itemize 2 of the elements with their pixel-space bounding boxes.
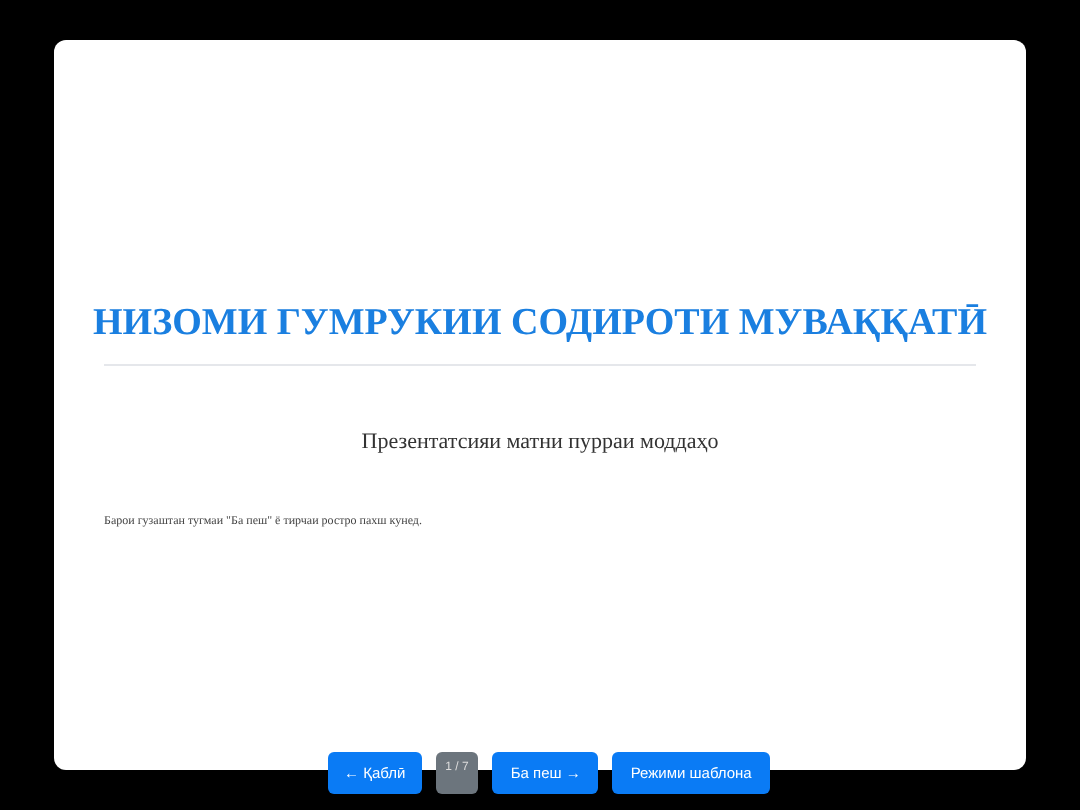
slide-subtitle: Презентатсияи матни пурраи моддаҳо bbox=[361, 427, 719, 458]
slide-title: НИЗОМИ ГУМРУКИИ СОДИРОТИ МУВАҚҚАТӢ bbox=[93, 300, 987, 348]
